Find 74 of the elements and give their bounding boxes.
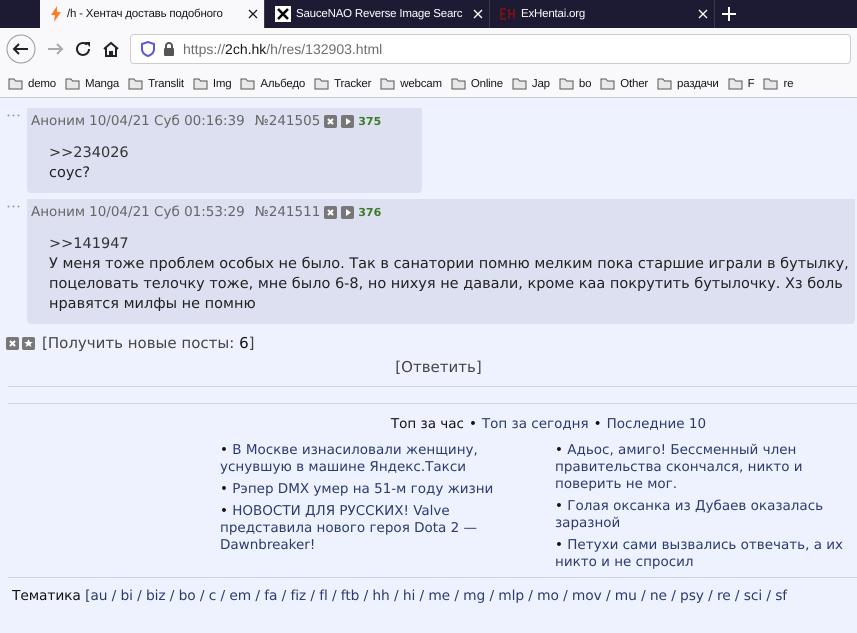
bookmark-link[interactable]: Manga	[84, 78, 120, 90]
news-link[interactable]: • Петухи сами вызвались отвечать, а их никто и не спросил	[555, 537, 845, 571]
folder-icon	[450, 78, 466, 90]
news-link[interactable]: • Адьос, амиго! Бессменный член правительства скончался, никто и поверить не мог.	[555, 442, 845, 493]
folder-icon	[128, 78, 144, 90]
top-tab[interactable]: Последние 10	[606, 416, 706, 432]
news-link[interactable]: • НОВОСТИ ДЛЯ РУССКИХ! Valve представила нового героя Dota 2 — Dawnbreaker!	[220, 503, 510, 554]
reply-link[interactable]: >>141947	[49, 234, 849, 254]
folder-icon	[8, 78, 23, 90]
bookmark-link[interactable]: Jap	[532, 78, 550, 90]
bookmark-link[interactable]: re	[783, 78, 794, 90]
back-icon[interactable]	[6, 34, 36, 64]
board-links[interactable]: [au / bi / biz / bo / c / em / fa / fiz / fl / ftb / hh / hi / me / mg / mlp / mo / mov / mu / ne / psy / re / sci / sf	[85, 588, 788, 604]
bookmark-link[interactable]: Online	[470, 78, 503, 90]
star-icon[interactable]	[22, 336, 35, 350]
folder-icon	[512, 78, 527, 90]
folder-icon	[380, 78, 396, 90]
bookmark-link[interactable]: Альбедо	[260, 78, 306, 90]
bookmark-link[interactable]: demo	[28, 78, 56, 90]
bolt-icon	[50, 6, 62, 22]
folder-icon	[64, 78, 80, 90]
menu-dots-icon[interactable]	[7, 205, 20, 208]
bookmark-link[interactable]: Img	[212, 78, 232, 90]
bookmark-link[interactable]: F	[748, 78, 754, 90]
bookmark-link[interactable]: Translit	[148, 78, 184, 90]
poster-name: Аноним	[31, 113, 86, 129]
folder-icon	[728, 78, 743, 90]
news-link[interactable]: • Голая оксанка из Дубаев оказалась заразной	[555, 498, 845, 532]
top-tab[interactable]: Топ за сегодня	[482, 416, 589, 432]
reply-thread-link[interactable]: [Ответить]	[395, 358, 482, 376]
folder-icon	[192, 78, 208, 90]
folder-icon	[558, 78, 574, 90]
folder-icon	[240, 78, 256, 90]
folder-icon	[763, 78, 778, 90]
reload-icon[interactable]	[74, 40, 92, 58]
post-text: У меня тоже проблем особых не было. Так в санатории помню мелким пока старшие играли в бутылку,	[49, 255, 849, 274]
shield-icon	[141, 41, 155, 57]
post-text: поцеловать телочку тоже, мне было 6-8, но нихуя не давали, кроме каа покрутить бутылочку. Хз боль	[49, 275, 844, 294]
bookmark-link[interactable]: Tracker	[334, 78, 372, 90]
menu-dots-icon[interactable]	[7, 114, 20, 117]
post-number[interactable]: №241505	[254, 113, 320, 129]
poster-name: Аноним	[31, 204, 86, 220]
eh-logo-icon	[500, 6, 516, 22]
top-tab[interactable]: Топ за час	[390, 416, 464, 432]
news-link[interactable]: • В Москве изнасиловали женщину, уснувшую в машине Яндекс.Такси	[220, 442, 510, 476]
new-posts-link[interactable]: [Получить новые посты: 6]	[42, 334, 254, 352]
post-count: 375	[358, 114, 382, 128]
bookmark-link[interactable]: bo	[578, 78, 592, 90]
post-date: 10/04/21 Суб 00:16:39	[89, 113, 245, 129]
url-text: https://2ch.hk/h/res/132903.html	[183, 41, 382, 57]
bookmark-link[interactable]: раздачи	[677, 78, 719, 90]
x-logo-icon	[275, 6, 291, 22]
folder-icon	[314, 78, 330, 90]
post-date: 10/04/21 Суб 01:53:29	[89, 204, 245, 220]
post-text: соус?	[49, 164, 92, 183]
address-field[interactable]: https://2ch.hk/h/res/132903.html	[130, 34, 851, 64]
bookmark-link[interactable]: webcam	[400, 78, 442, 90]
folder-icon	[657, 78, 672, 90]
play-icon[interactable]	[341, 206, 354, 218]
bookmark-link[interactable]: Other	[620, 78, 648, 90]
browser-tab[interactable]: /h - Хентач доставь подобного	[40, 0, 265, 28]
separator-dot: •	[468, 416, 477, 432]
reply-link[interactable]: >>234026	[49, 143, 416, 163]
post-number[interactable]: №241511	[254, 204, 320, 220]
home-icon[interactable]	[102, 40, 120, 58]
lock-icon	[163, 42, 175, 56]
news-link[interactable]: • Рэпер DMX умер на 51-м году жизни	[220, 481, 510, 498]
separator-dot: •	[594, 416, 602, 432]
close-icon[interactable]	[248, 9, 258, 19]
folder-icon	[600, 78, 616, 90]
post-count: 376	[358, 206, 382, 218]
post-text: нравятся милфы не помню	[49, 295, 257, 314]
boards-label: Тематика	[12, 588, 81, 604]
play-icon[interactable]	[341, 114, 354, 128]
